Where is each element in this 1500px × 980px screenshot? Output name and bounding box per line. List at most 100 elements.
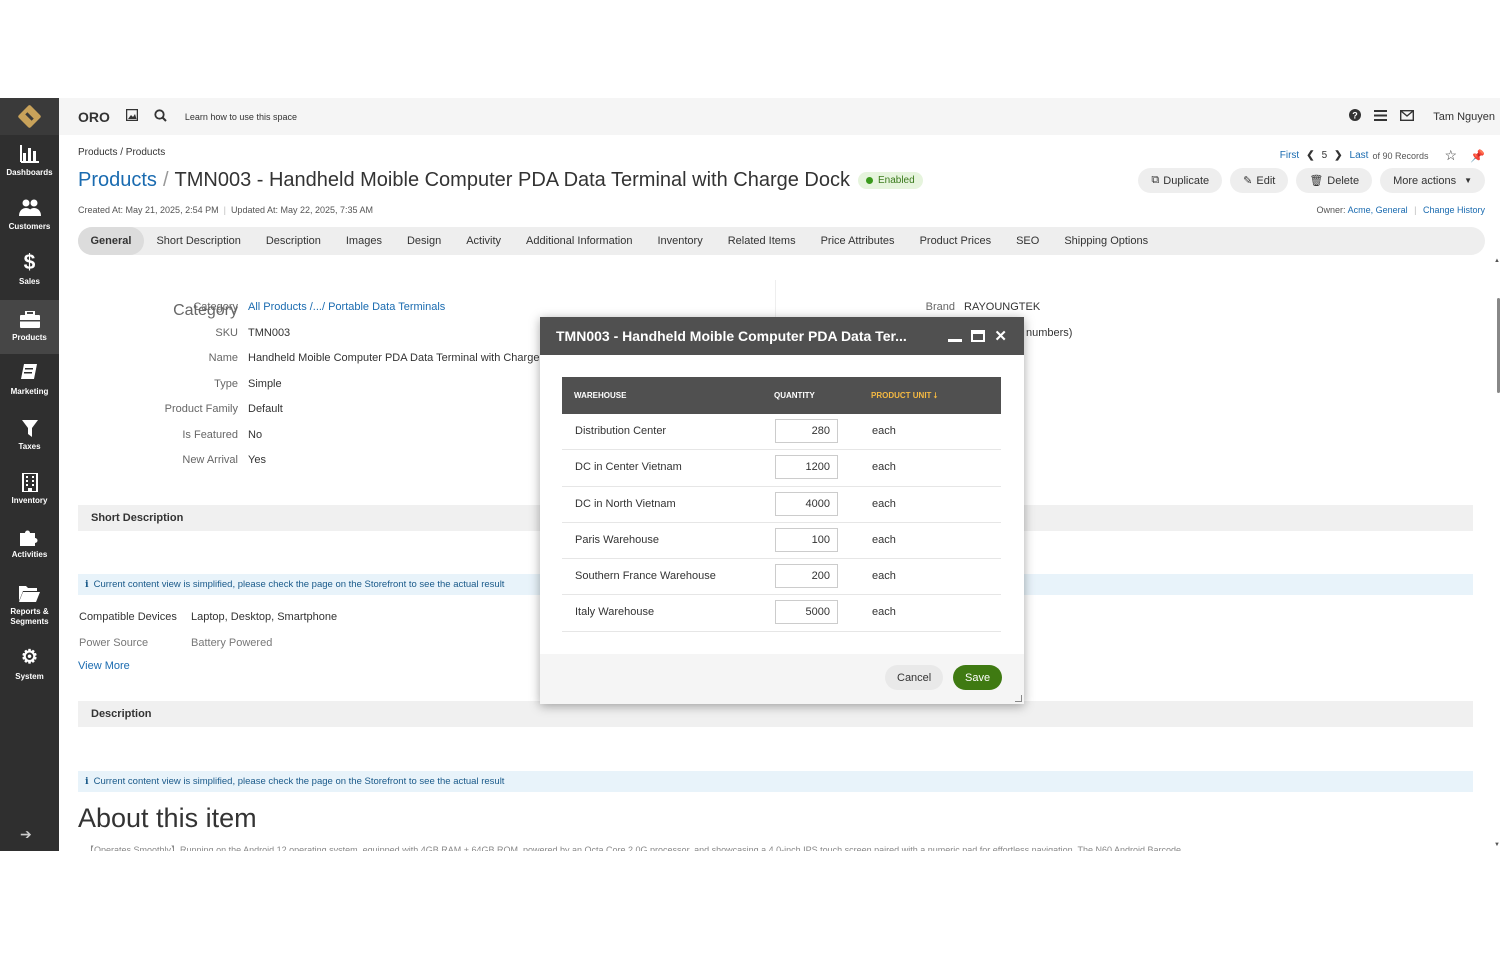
duplicate-button[interactable]: ⧉ Duplicate	[1138, 168, 1223, 193]
maximize-icon[interactable]	[971, 330, 986, 342]
table-row: Paris Warehouse each	[562, 523, 1001, 560]
is-featured-label: Is Featured	[182, 429, 238, 441]
tab-description[interactable]: Description	[253, 227, 333, 255]
sidebar-item-sales[interactable]: $ Sales	[0, 252, 59, 294]
users-icon	[18, 197, 41, 219]
edit-button[interactable]: ✎ Edit	[1230, 168, 1289, 193]
sidebar-item-system[interactable]: ⚙ System	[0, 647, 59, 689]
sidebar-item-products[interactable]: Products	[0, 300, 59, 354]
pager-last-link[interactable]: Last	[1350, 150, 1369, 161]
puzzle-icon	[20, 525, 39, 547]
tab-product-prices[interactable]: Product Prices	[907, 227, 1004, 255]
breadcrumb: Products / Products	[78, 147, 166, 158]
warehouse-name: Distribution Center	[575, 425, 667, 437]
tab-price-attributes[interactable]: Price Attributes	[808, 227, 907, 255]
chevron-right-icon[interactable]: ❯	[1334, 150, 1342, 161]
sidebar-item-taxes[interactable]: Taxes	[0, 417, 59, 459]
pin-icon[interactable]: 📌	[1470, 149, 1485, 163]
name-value: Handheld Moible Computer PDA Data Termin…	[248, 352, 568, 364]
quantity-input[interactable]	[775, 419, 838, 443]
view-more-link[interactable]: View More	[78, 660, 130, 672]
category-link[interactable]: All Products /.../ Portable Data Termina…	[248, 301, 445, 313]
sidebar-item-label: Sales	[19, 277, 40, 286]
type-value: Simple	[248, 378, 282, 390]
sidebar-item-label: Customers	[8, 222, 51, 231]
user-menu[interactable]: Tam Nguyen	[1433, 111, 1495, 123]
sidebar-item-label: System	[15, 672, 44, 681]
filter-icon	[21, 417, 38, 439]
status-label: Enabled	[877, 175, 915, 186]
menu-icon[interactable]	[1374, 109, 1388, 124]
chevron-left-icon[interactable]: ❮	[1306, 150, 1314, 161]
column-product-unit[interactable]: PRODUCT UNIT ⭣	[871, 391, 937, 401]
column-warehouse[interactable]: WAREHOUSE	[574, 391, 626, 400]
brand-label: Brand	[925, 301, 955, 313]
inventory-dialog: TMN003 - Handheld Moible Computer PDA Da…	[540, 317, 1024, 704]
quantity-input[interactable]	[775, 455, 838, 480]
close-icon[interactable]: ✕	[994, 329, 1007, 344]
svg-text:?: ?	[1352, 111, 1358, 121]
sidebar-item-label: Activities	[11, 550, 48, 559]
learn-link[interactable]: Learn how to use this space	[185, 112, 297, 122]
type-label: Type	[214, 378, 238, 390]
dollar-icon: $	[23, 251, 36, 274]
unit-value: each	[872, 497, 896, 510]
app-brand[interactable]: ORO	[78, 109, 110, 125]
star-icon[interactable]: ☆	[1444, 147, 1457, 164]
tab-inventory[interactable]: Inventory	[645, 227, 715, 255]
tab-short-description[interactable]: Short Description	[144, 227, 253, 255]
tab-related-items[interactable]: Related Items	[715, 227, 808, 255]
new-arrival-value: Yes	[248, 454, 266, 466]
warehouse-name: Paris Warehouse	[575, 533, 659, 546]
sidebar-item-inventory[interactable]: Inventory	[0, 471, 59, 513]
quantity-input[interactable]	[775, 600, 838, 625]
pager-first-link[interactable]: First	[1280, 150, 1299, 161]
quantity-input[interactable]	[775, 527, 838, 552]
expand-sidebar-arrow-icon[interactable]: ➔	[20, 826, 32, 843]
quantity-input[interactable]	[775, 491, 838, 516]
delete-button[interactable]: 🗑 Delete	[1296, 168, 1373, 193]
bar-chart-icon	[19, 143, 40, 165]
resize-handle[interactable]	[1015, 695, 1022, 702]
image-icon[interactable]	[125, 108, 139, 124]
cancel-button[interactable]: Cancel	[885, 665, 944, 690]
scroll-up-arrow[interactable]: ▲	[1494, 258, 1500, 264]
tab-images[interactable]: Images	[333, 227, 394, 255]
sidebar-item-activities[interactable]: Activities	[0, 525, 59, 567]
tab-seo[interactable]: SEO	[1004, 227, 1052, 255]
tab-general[interactable]: General	[78, 227, 144, 255]
quantity-input[interactable]	[775, 564, 838, 589]
scroll-down-arrow[interactable]: ▼	[1494, 842, 1500, 848]
tab-additional-information[interactable]: Additional Information	[514, 227, 645, 255]
folder-icon	[19, 582, 40, 604]
table-row: DC in North Vietnam each	[562, 487, 1001, 523]
change-history-link[interactable]: Change History	[1423, 205, 1485, 215]
sidebar-item-customers[interactable]: Customers	[0, 197, 59, 239]
about-heading: About this item	[78, 803, 257, 833]
owner-link[interactable]: Acme, General	[1348, 205, 1408, 215]
sidebar-item-reports-segments[interactable]: Reports & Segments	[0, 582, 59, 628]
pager-total: of 90 Records	[1372, 150, 1429, 161]
info-icon: i	[85, 776, 89, 787]
caret-down-icon: ▼	[1464, 176, 1472, 185]
column-quantity[interactable]: QUANTITY	[774, 391, 815, 400]
search-icon[interactable]	[154, 108, 167, 125]
table-row: Southern France Warehouse each	[562, 559, 1001, 596]
help-icon[interactable]: ?	[1349, 109, 1362, 124]
sku-label: SKU	[215, 327, 238, 339]
warehouse-name: Southern France Warehouse	[575, 570, 716, 583]
tab-activity[interactable]: Activity	[454, 227, 514, 255]
briefcase-icon	[19, 308, 40, 330]
grid-header: WAREHOUSE QUANTITY PRODUCT UNIT ⭣	[562, 377, 1001, 414]
sidebar-item-marketing[interactable]: Marketing	[0, 362, 59, 404]
tab-design[interactable]: Design	[394, 227, 453, 255]
oro-logo[interactable]	[0, 98, 59, 135]
tab-shipping-options[interactable]: Shipping Options	[1052, 227, 1161, 255]
sidebar-item-dashboards[interactable]: Dashboards	[0, 143, 59, 185]
save-button[interactable]: Save	[953, 665, 1003, 690]
minimize-icon[interactable]	[948, 338, 963, 342]
more-actions-button[interactable]: More actions ▼	[1380, 168, 1485, 193]
dialog-header: TMN003 - Handheld Moible Computer PDA Da…	[540, 317, 1024, 355]
mail-icon[interactable]	[1400, 109, 1415, 124]
title-products-link[interactable]: Products	[78, 169, 157, 192]
